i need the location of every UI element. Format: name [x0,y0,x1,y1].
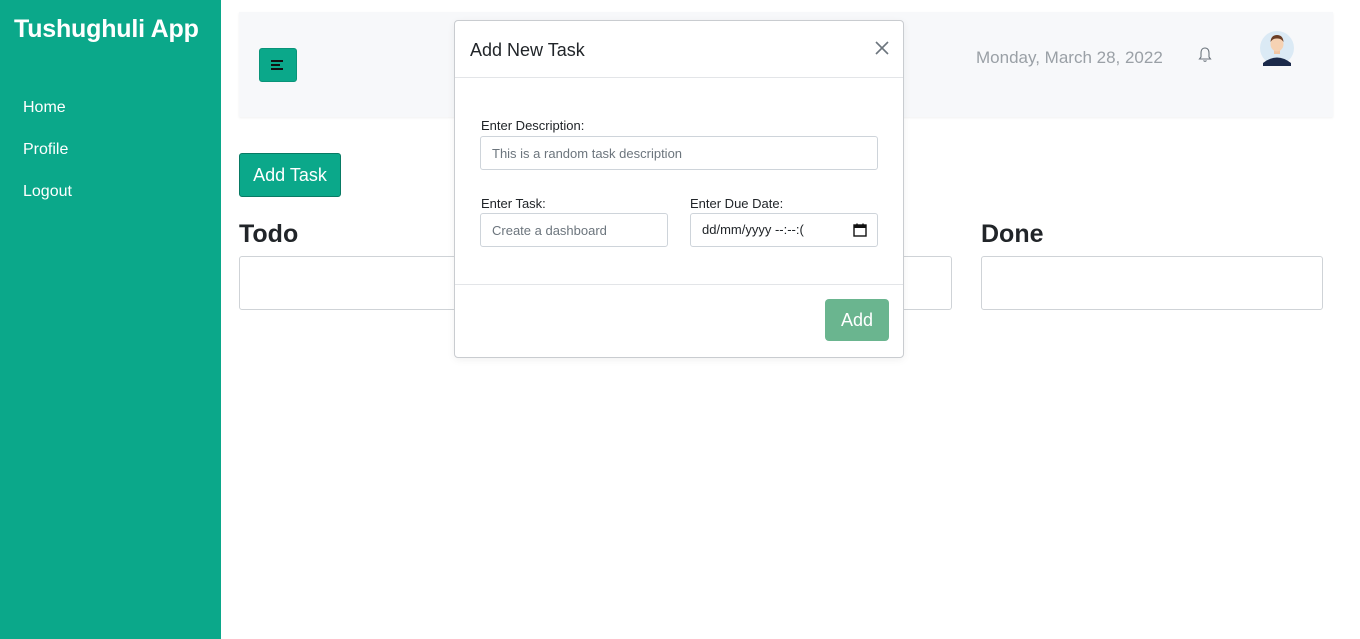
due-date-label: Enter Due Date: [690,196,784,211]
description-input[interactable] [480,136,878,170]
app-brand: Tushughuli App [14,15,199,43]
menu-toggle-icon [271,60,283,62]
avatar[interactable] [1260,30,1294,66]
bell-icon[interactable] [1197,46,1213,64]
sidebar: Tushughuli App Home Profile Logout [0,0,221,639]
column-title-todo: Todo [239,220,299,248]
modal-header: Add New Task [455,21,903,78]
column-title-done: Done [981,220,1044,248]
sidebar-item-home[interactable]: Home [23,97,72,139]
sidebar-item-logout[interactable]: Logout [23,181,72,223]
add-submit-button[interactable]: Add [825,299,889,341]
sidebar-nav: Home Profile Logout [23,97,72,223]
description-label: Enter Description: [481,118,585,133]
task-input[interactable] [480,213,668,247]
menu-toggle-icon-line [271,64,280,66]
due-date-placeholder: dd/mm/yyyy --:--:( [702,222,804,237]
current-date: Monday, March 28, 2022 [976,48,1163,67]
todo-dropzone[interactable] [239,256,469,310]
sidebar-item-profile[interactable]: Profile [23,139,72,181]
add-task-modal: Add New Task Enter Description: Enter Ta… [454,20,904,358]
close-icon[interactable] [867,33,897,63]
modal-footer: Add [455,284,903,357]
add-task-button[interactable]: Add Task [239,153,341,197]
modal-title: Add New Task [470,40,585,60]
task-label: Enter Task: [481,196,546,211]
calendar-icon[interactable] [853,223,867,237]
due-date-input[interactable]: dd/mm/yyyy --:--:( [690,213,878,247]
done-dropzone[interactable] [981,256,1323,310]
menu-toggle-button[interactable] [259,48,297,82]
menu-toggle-icon-line [271,68,283,70]
